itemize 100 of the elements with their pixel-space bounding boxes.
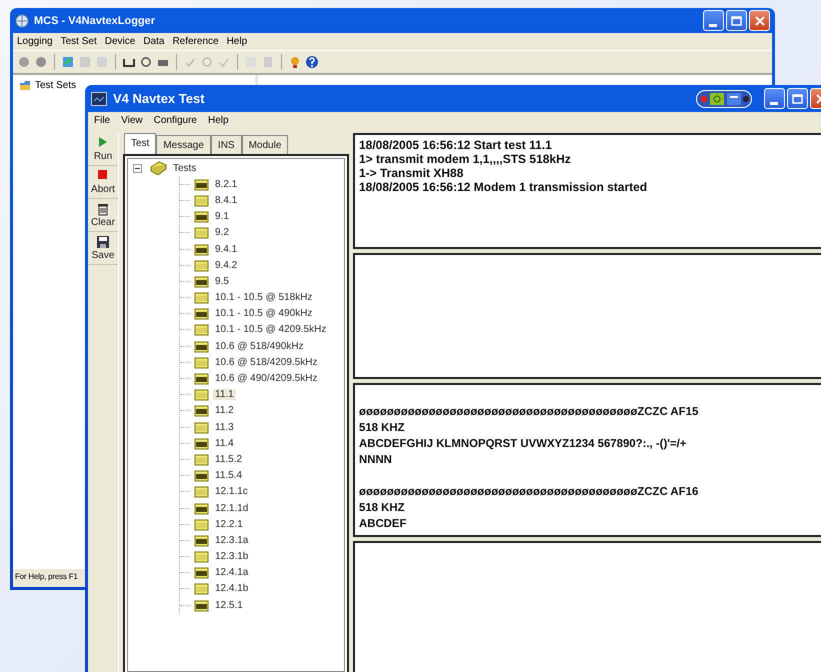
collapse-toggle[interactable]	[133, 164, 142, 173]
menu-item[interactable]: Help	[226, 36, 248, 47]
message-line: øøøøøøøøøøøøøøøøøøøøøøøøøøøøøøøøøøøøøøøøZCZC AF15	[359, 405, 700, 420]
tree-item[interactable]: 9.1	[213, 211, 231, 222]
tab[interactable]: Message	[156, 135, 211, 154]
log-line: 1> transmit modem 1,1,,,,STS 518kHz	[359, 152, 572, 166]
help-icon[interactable]	[305, 55, 319, 69]
maximize-button[interactable]	[787, 88, 808, 109]
tree-item[interactable]: 11.3	[213, 422, 236, 433]
menu-item[interactable]: View	[121, 115, 143, 126]
tree-item[interactable]: 11.5.4	[213, 470, 244, 482]
tree-item[interactable]: 9.2	[213, 227, 231, 238]
folder-icon	[194, 436, 209, 450]
maximize-icon	[731, 16, 742, 26]
tool-button[interactable]: Save	[88, 232, 118, 265]
tool-button[interactable]: Run	[88, 133, 118, 166]
folder-icon	[194, 323, 209, 336]
window-extras-drawing	[696, 90, 752, 108]
folder-icon	[194, 518, 209, 531]
folder-icon	[194, 566, 209, 580]
tree-item[interactable]: Test Sets	[35, 80, 76, 90]
close-icon	[755, 16, 765, 26]
folder-icon	[194, 226, 209, 240]
message-line: øøøøøøøøøøøøøøøøøøøøøøøøøøøøøøøøøøøøøøøøZCZC AF16	[359, 485, 700, 500]
minimize-button[interactable]	[703, 10, 724, 31]
folder-icon	[194, 388, 209, 402]
tool-button[interactable]: Abort	[88, 166, 118, 199]
window-title: MCS - V4NavtexLogger	[34, 14, 156, 26]
tree-item[interactable]: 12.2.1	[213, 518, 245, 530]
bulb-icon[interactable]	[288, 55, 302, 69]
folder-icon	[194, 258, 209, 272]
menu-item[interactable]: Logging	[17, 36, 53, 47]
folder-icon	[194, 210, 209, 224]
menu-item[interactable]: Test Set	[60, 36, 97, 47]
folder-icon	[194, 356, 209, 369]
app-icon	[91, 92, 107, 106]
menu-item[interactable]: Help	[208, 115, 229, 126]
tree-item[interactable]: 12.3.1b	[213, 551, 250, 562]
trash-icon	[96, 202, 110, 216]
folder-icon	[194, 550, 209, 564]
tree-item[interactable]: 9.5	[213, 276, 231, 287]
folder-icon	[194, 598, 209, 612]
folder-bundle-icon	[149, 161, 167, 176]
folder-icon	[194, 485, 209, 498]
tree-item[interactable]: 11.5.2	[213, 454, 244, 465]
globe-icon	[15, 14, 29, 28]
folder-icon	[194, 340, 209, 353]
tree-item[interactable]: 10.1 - 10.5 @ 4209.5kHz	[213, 324, 328, 336]
tree-item[interactable]: 8.4.1	[213, 194, 240, 206]
menu-item[interactable]: Reference	[172, 36, 219, 47]
message-line: ABCDEF	[359, 517, 408, 532]
menu-item[interactable]: Data	[143, 36, 164, 47]
circle-icon[interactable]	[34, 55, 48, 69]
folder-icon	[194, 534, 209, 547]
window-title: V4 Navtex Test	[113, 91, 206, 106]
maximize-button[interactable]	[726, 10, 747, 31]
tree-item[interactable]: 10.6 @ 518/4209.5kHz	[213, 356, 320, 368]
tree-item[interactable]: Tests	[171, 162, 198, 174]
close-button[interactable]	[749, 10, 770, 31]
menu-item[interactable]: Configure	[154, 115, 197, 126]
log-line: 1-> Transmit XH88	[359, 166, 464, 180]
tab[interactable]: INS	[210, 135, 242, 154]
tree-item[interactable]: 12.1.1c	[213, 486, 250, 498]
tree-item[interactable]: 12.4.1a	[213, 567, 250, 578]
tree-item[interactable]: 11.1	[213, 389, 236, 400]
folder-icon	[194, 469, 209, 482]
folder-icon	[194, 452, 209, 466]
folder-icon	[194, 274, 209, 288]
tree-item[interactable]: 10.1 - 10.5 @ 490kHz	[213, 308, 314, 320]
tree-item[interactable]: 10.6 @ 518/490kHz	[213, 340, 306, 352]
tree-item[interactable]: 9.4.2	[213, 260, 240, 271]
sheet-icon[interactable]	[61, 55, 75, 69]
tree-item[interactable]: 8.2.1	[213, 178, 240, 190]
tree-item[interactable]: 12.3.1a	[213, 534, 250, 546]
tree-item[interactable]: 12.1.1d	[213, 502, 250, 514]
folder-icon	[194, 404, 209, 418]
menu-item[interactable]: File	[94, 115, 110, 126]
tool-button[interactable]: Clear	[88, 199, 118, 232]
log-line: 18/08/2005 16:56:12 Modem 1 transmission started	[359, 180, 648, 194]
tree-item[interactable]: 11.2	[213, 405, 236, 416]
message-line: ABCDEFGHIJ KLMNOPQRST UVWXYZ1234 567890?:., -()'=/+	[359, 437, 688, 452]
tree-item[interactable]: 10.1 - 10.5 @ 518kHz	[213, 292, 314, 304]
tree-item[interactable]: 11.4	[213, 438, 236, 449]
minimize-button[interactable]	[764, 88, 785, 109]
folder-icon	[194, 291, 209, 304]
tab[interactable]: Module	[242, 135, 288, 154]
folder-icon	[194, 420, 209, 434]
tab[interactable]: Test	[124, 133, 156, 154]
folder-icon	[194, 582, 209, 596]
folder-icon	[194, 502, 209, 515]
folder-icon	[19, 79, 31, 91]
tree-item[interactable]: 10.6 @ 490/4209.5kHz	[213, 373, 320, 384]
folder-icon	[194, 194, 209, 207]
tree-item[interactable]: 12.5.1	[213, 600, 245, 611]
menu-item[interactable]: Device	[104, 36, 136, 47]
message-line: NNNN	[359, 453, 393, 468]
folder-icon	[194, 372, 209, 386]
tree-item[interactable]: 9.4.1	[213, 244, 240, 255]
message-line: 518 KHZ	[359, 501, 406, 516]
folder-icon	[194, 307, 209, 320]
